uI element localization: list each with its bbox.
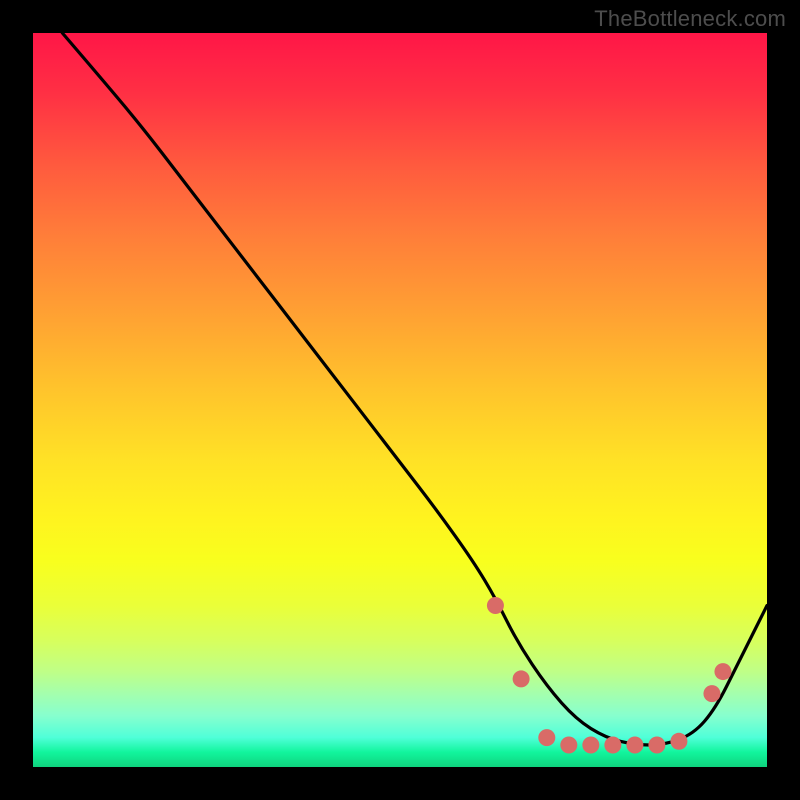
chart-curve-line xyxy=(62,33,767,745)
chart-marker-point xyxy=(626,736,643,753)
chart-marker-point xyxy=(714,663,731,680)
chart-marker-point xyxy=(538,729,555,746)
chart-marker-point xyxy=(487,597,504,614)
chart-marker-point xyxy=(703,685,720,702)
chart-marker-point xyxy=(560,736,577,753)
chart-marker-point xyxy=(513,670,530,687)
chart-plot-area xyxy=(33,33,767,767)
chart-marker-point xyxy=(582,736,599,753)
chart-marker-point xyxy=(648,736,665,753)
chart-marker-point xyxy=(670,733,687,750)
watermark-text: TheBottleneck.com xyxy=(594,6,786,32)
chart-svg xyxy=(33,33,767,767)
chart-marker-point xyxy=(604,736,621,753)
